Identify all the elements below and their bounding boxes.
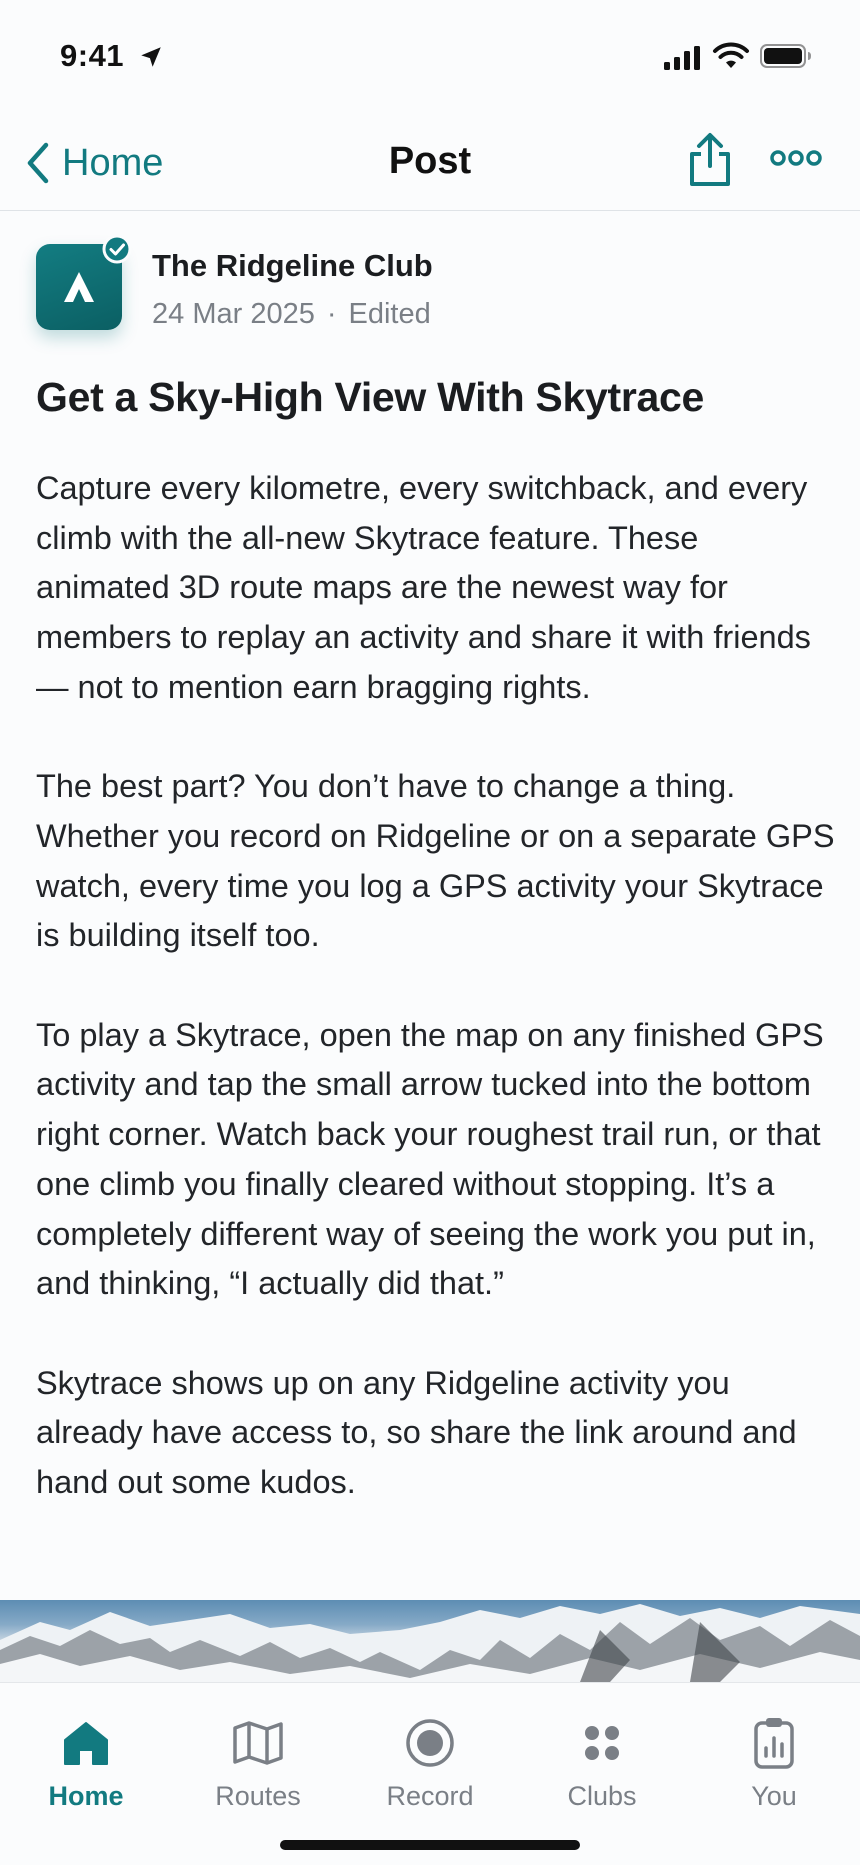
post-meta: 24 Mar 2025 · Edited bbox=[152, 298, 431, 331]
body-paragraph: Capture every kilometre, every switchbac… bbox=[36, 470, 811, 705]
map-icon bbox=[233, 1721, 283, 1765]
tab-label-you: You bbox=[751, 1781, 797, 1811]
verified-badge-icon bbox=[102, 234, 132, 264]
record-icon bbox=[406, 1719, 454, 1767]
body-paragraph: The best part? You don’t have to change … bbox=[36, 768, 835, 954]
clubs-icon bbox=[585, 1726, 619, 1760]
chevron-left-icon bbox=[27, 142, 49, 184]
post-date: 24 Mar 2025 bbox=[152, 298, 315, 330]
mountain-image bbox=[0, 1604, 860, 1682]
club-name[interactable]: The Ridgeline Club bbox=[152, 248, 433, 284]
back-button[interactable]: Home bbox=[26, 140, 163, 186]
share-icon[interactable] bbox=[686, 132, 734, 188]
wifi-icon bbox=[713, 42, 749, 68]
status-time: 9:41 bbox=[60, 38, 125, 73]
tab-home[interactable]: Home bbox=[0, 1713, 172, 1812]
meta-separator: · bbox=[326, 298, 337, 330]
body-paragraph: To play a Skytrace, open the map on any … bbox=[36, 1016, 824, 1302]
body-paragraph: Skytrace shows up on any Ridgeline activ… bbox=[36, 1364, 797, 1501]
post-body: Capture every kilometre, every switchbac… bbox=[36, 464, 836, 1557]
tab-you[interactable]: You bbox=[688, 1713, 860, 1812]
tab-routes[interactable]: Routes bbox=[172, 1713, 344, 1812]
navigation-bar: Home Post bbox=[0, 110, 860, 211]
tab-clubs[interactable]: Clubs bbox=[516, 1713, 688, 1812]
tab-record[interactable]: Record bbox=[344, 1713, 516, 1812]
home-indicator bbox=[280, 1840, 580, 1850]
status-bar: 9:41 bbox=[0, 0, 860, 110]
battery-icon bbox=[760, 44, 811, 68]
cellular-signal-icon bbox=[664, 46, 700, 70]
post-author: The Ridgeline Club 24 Mar 2025 · Edited bbox=[36, 234, 836, 334]
post-image[interactable] bbox=[0, 1600, 860, 1682]
home-icon bbox=[64, 1722, 108, 1765]
tab-label-record: Record bbox=[386, 1781, 474, 1811]
more-icon[interactable] bbox=[770, 148, 822, 168]
clipboard-icon bbox=[754, 1718, 794, 1769]
tab-label-clubs: Clubs bbox=[567, 1781, 637, 1811]
tab-label-routes: Routes bbox=[215, 1781, 301, 1811]
post-title: Get a Sky-High View With Skytrace bbox=[36, 374, 704, 420]
back-label: Home bbox=[62, 141, 164, 184]
location-arrow-icon bbox=[141, 47, 161, 67]
tab-label-home: Home bbox=[48, 1781, 124, 1811]
edited-label: Edited bbox=[348, 298, 431, 330]
club-logo-icon bbox=[64, 272, 94, 302]
tab-bar: Home Routes Record Clubs You bbox=[0, 1682, 860, 1865]
